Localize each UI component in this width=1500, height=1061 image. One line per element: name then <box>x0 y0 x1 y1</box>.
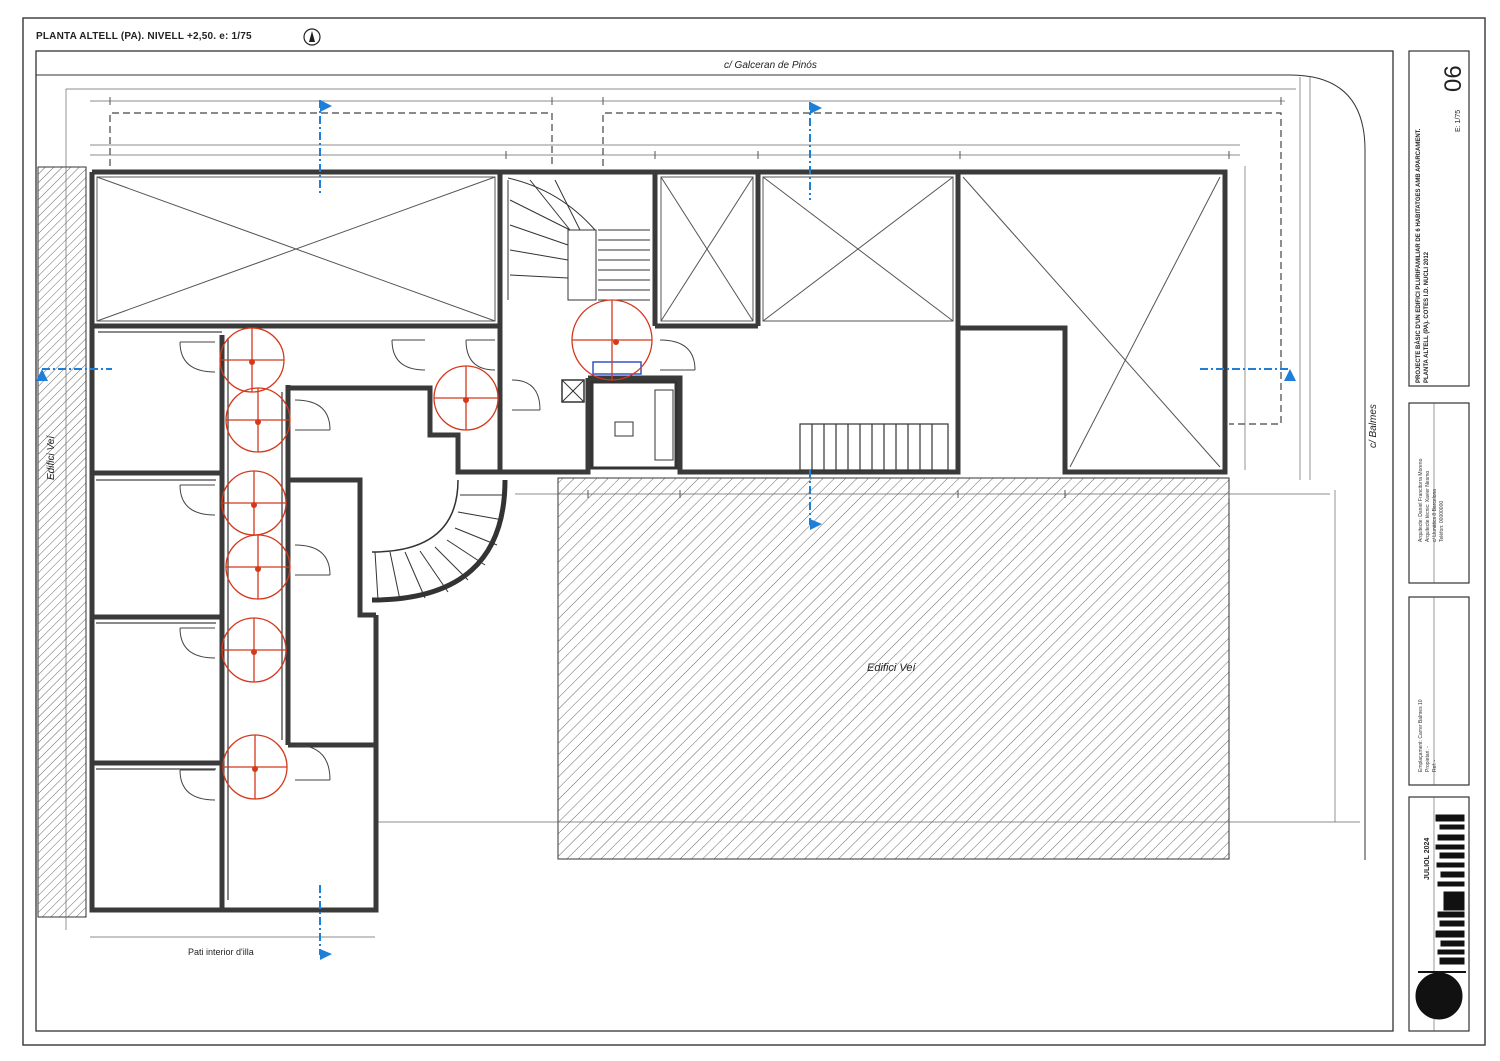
void-crosses <box>96 176 1221 468</box>
lift-core <box>561 379 678 470</box>
adjacent-building-main-label: Edifici Veí <box>867 662 916 674</box>
small-stair <box>799 423 949 471</box>
plan-title: PLANTA ALTELL (PA). NIVELL +2,50. e: 1/7… <box>36 31 252 42</box>
sheet-scale: E: 1/75 <box>1455 109 1462 132</box>
curved-stair <box>371 479 508 603</box>
dashed-projection-outline <box>109 112 1282 425</box>
location-line: Ref: - <box>1432 759 1438 772</box>
floor-plan-sheet <box>22 17 1486 1046</box>
location-line: Propietari: - <box>1425 746 1431 772</box>
project-line: PROJECTE BÀSIC D'UN EDIFICI PLURIFAMILIA… <box>1416 128 1422 383</box>
architect-line: Arquitecte tècnic: Xavier Nesmo <box>1425 470 1431 542</box>
project-title: PROJECTE BÀSIC D'UN EDIFICI PLURIFAMILIA… <box>1415 53 1431 383</box>
adjacent-building-left-label: Edifici Veí <box>46 435 57 480</box>
street-name-top: c/ Galceran de Pinós <box>724 60 817 71</box>
adjacent-building-left <box>37 166 87 918</box>
architect-line: Arquitecte: Daniel Francitorra Moreno <box>1418 458 1424 542</box>
north-arrow-icon <box>303 28 321 46</box>
sheet-date: JULIOL 2024 <box>1424 837 1431 880</box>
architect-info: Arquitecte: Daniel Francitorra Moreno Ar… <box>1418 412 1446 542</box>
sheet-number: 06 <box>1440 65 1467 92</box>
location-info: Emplaçament: Carrer Balmes 10 Propietari… <box>1418 612 1439 772</box>
architect-line: c/ Llunàtics 8 Barcelona <box>1432 488 1438 542</box>
upper-stair <box>507 177 650 301</box>
courtyard-label: Pati interior d'illa <box>188 947 254 957</box>
street-name-right: c/ Balmes <box>1368 404 1379 448</box>
project-line: PLANTA ALTELL (PA). COTES I.D. NUCLI 201… <box>1424 251 1430 383</box>
location-line: Emplaçament: Carrer Balmes 10 <box>1418 699 1424 772</box>
device-box <box>592 361 642 375</box>
architect-line: Telèfon: 00000000 <box>1439 500 1445 542</box>
